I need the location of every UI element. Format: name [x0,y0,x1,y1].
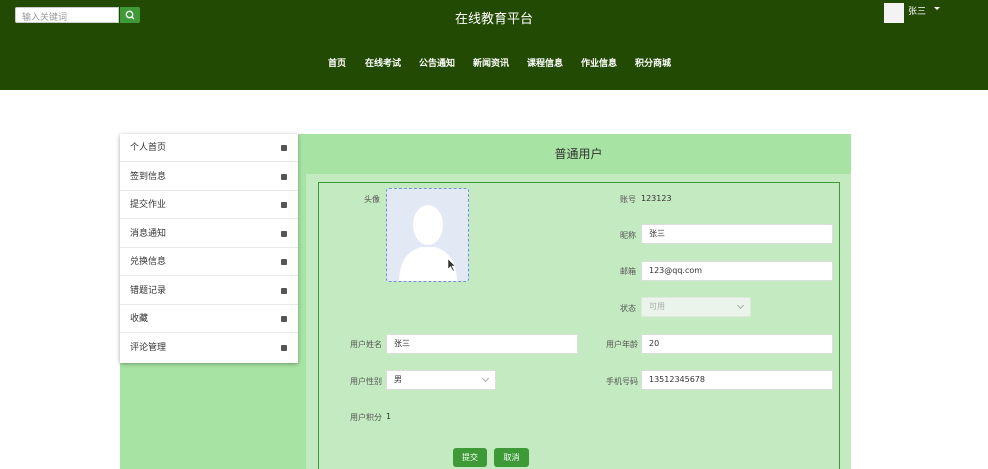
gender-label: 用户性别 [350,377,382,386]
top-header: 输入关键词 在线教育平台 张三 首页 在线考试 公告通知 新闻资讯 课程信息 作… [0,0,988,90]
chevron-down-icon[interactable] [934,7,940,10]
phone-label: 手机号码 [606,377,638,386]
menu-icon [281,145,287,151]
avatar[interactable] [884,3,904,23]
points-value: 1 [386,412,392,421]
menu-icon [281,173,287,180]
chevron-down-icon [481,374,490,383]
sidebar-item-wrong-questions[interactable]: 错题记录 [120,277,298,305]
cancel-button[interactable]: 取消 [494,448,529,467]
page-title: 普通用户 [306,134,851,174]
sidebar-item-submit-homework[interactable]: 提交作业 [120,191,298,219]
sidebar-menu: 个人首页 签到信息 提交作业 消息通知 兑换信息 错题记录 收藏 评论管理 [120,134,298,363]
sidebar-item-exchange[interactable]: 兑换信息 [120,248,298,276]
email-field[interactable]: 123@qq.com [641,261,833,281]
email-label: 邮箱 [620,267,636,276]
sidebar-item-label: 评论管理 [130,342,167,353]
account-label: 账号 [620,195,636,204]
menu-icon [281,202,287,208]
nav-news[interactable]: 新闻资讯 [473,56,509,69]
nav-home[interactable]: 首页 [328,56,346,69]
sidebar-item-label: 个人首页 [130,143,167,153]
nav-courses[interactable]: 课程信息 [527,56,563,69]
sidebar-item-label: 兑换信息 [130,257,167,267]
nav-online-exam[interactable]: 在线考试 [365,56,401,69]
sidebar-item-notifications[interactable]: 消息通知 [120,220,298,248]
nav-points-mall[interactable]: 积分商城 [635,56,671,69]
site-title: 在线教育平台 [454,12,533,27]
age-field[interactable]: 20 [641,334,833,354]
chevron-down-icon [736,301,745,310]
status-value: 可用 [649,302,665,311]
points-label: 用户积分 [350,413,382,422]
sidebar-item-label: 提交作业 [130,200,167,210]
sidebar-item-comments[interactable]: 评论管理 [120,334,298,362]
sidebar-item-favorites[interactable]: 收藏 [120,305,298,333]
status-select[interactable]: 可用 [641,297,751,317]
realname-field[interactable]: 张三 [386,334,578,354]
user-name[interactable]: 张三 [908,4,926,17]
sidebar-item-checkin[interactable]: 签到信息 [120,163,298,191]
realname-label: 用户姓名 [350,340,382,349]
gender-value: 男 [394,375,402,384]
gender-select[interactable]: 男 [386,370,496,390]
nickname-label: 昵称 [620,231,636,240]
menu-icon [281,259,287,265]
sidebar-item-label: 消息通知 [130,228,167,239]
menu-icon [281,230,287,237]
sidebar-item-profile-home[interactable]: 个人首页 [120,134,298,162]
menu-icon [281,316,287,322]
account-value: 123123 [641,194,672,203]
sidebar-item-label: 签到信息 [130,171,167,182]
submit-button[interactable]: 提交 [453,448,487,467]
sidebar-item-label: 错题记录 [130,285,167,296]
avatar-upload[interactable] [386,188,469,282]
user-placeholder-icon [399,205,457,281]
avatar-label: 头像 [364,195,380,204]
menu-icon [281,287,287,294]
nav-announcements[interactable]: 公告通知 [419,56,455,69]
age-label: 用户年龄 [606,340,638,349]
phone-field[interactable]: 13512345678 [641,370,833,390]
menu-icon [281,344,287,351]
sidebar-item-label: 收藏 [130,314,149,324]
nav-homework[interactable]: 作业信息 [581,56,617,69]
nickname-field[interactable]: 张三 [641,224,833,244]
status-label: 状态 [620,304,636,313]
